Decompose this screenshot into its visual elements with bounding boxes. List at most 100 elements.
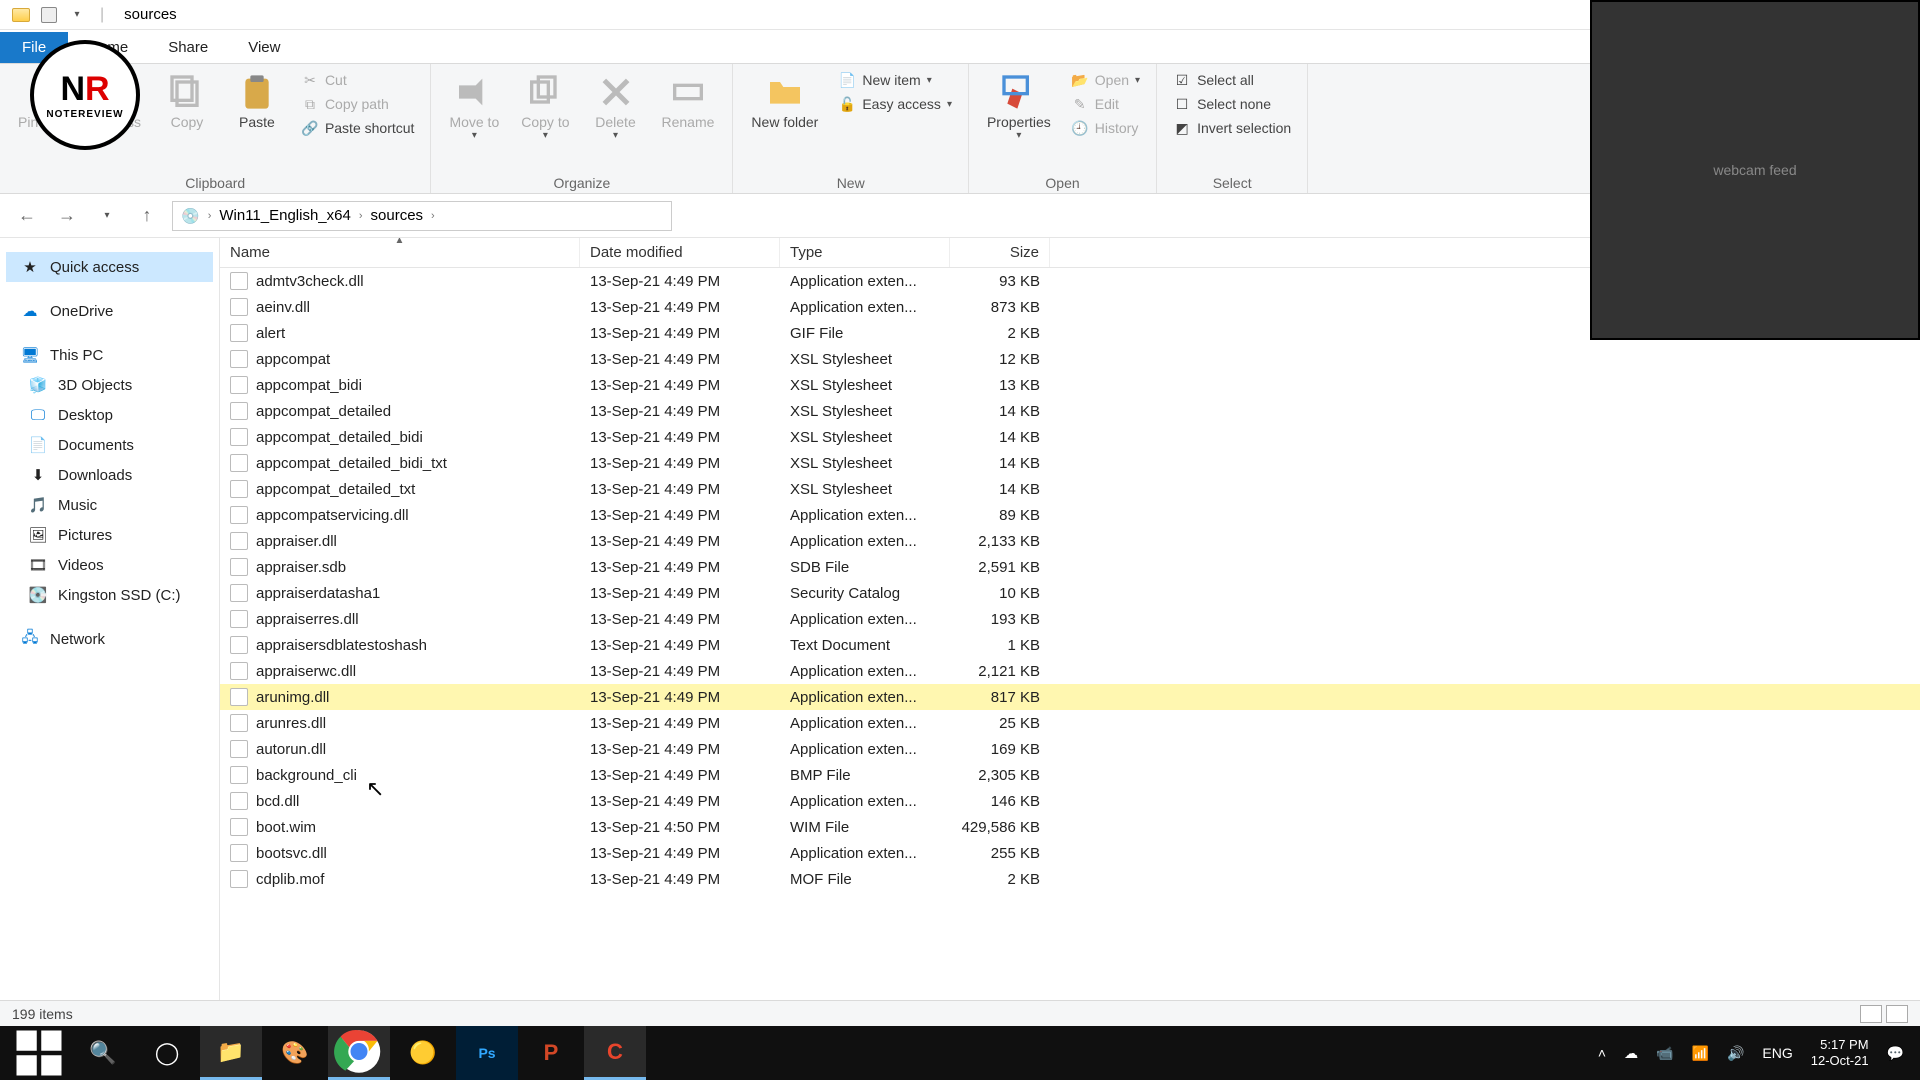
file-name: bootsvc.dll <box>256 845 327 862</box>
file-row[interactable]: background_cli13-Sep-21 4:49 PMBMP File2… <box>220 762 1920 788</box>
file-row[interactable]: appcompat_detailed_bidi_txt13-Sep-21 4:4… <box>220 450 1920 476</box>
file-row[interactable]: appcompat_detailed13-Sep-21 4:49 PMXSL S… <box>220 398 1920 424</box>
paste-shortcut-button[interactable]: 🔗Paste shortcut <box>297 118 419 138</box>
file-row[interactable]: boot.wim13-Sep-21 4:50 PMWIM File429,586… <box>220 814 1920 840</box>
file-row[interactable]: appcompat13-Sep-21 4:49 PMXSL Stylesheet… <box>220 346 1920 372</box>
file-row[interactable]: appraiserwc.dll13-Sep-21 4:49 PMApplicat… <box>220 658 1920 684</box>
properties-button[interactable]: Properties▾ <box>981 70 1057 143</box>
breadcrumb-current[interactable]: sources <box>371 207 424 224</box>
qat-dropdown[interactable]: ▾ <box>66 4 88 26</box>
sidebar-this-pc[interactable]: 🖥This PC <box>6 340 213 370</box>
copy-button[interactable]: Copy <box>157 70 217 132</box>
sidebar-downloads[interactable]: ⬇Downloads <box>6 460 213 490</box>
tab-share[interactable]: Share <box>148 32 228 63</box>
file-size: 13 KB <box>950 375 1050 396</box>
cut-button[interactable]: ✂Cut <box>297 70 419 90</box>
column-date[interactable]: Date modified <box>580 238 780 267</box>
file-date: 13-Sep-21 4:49 PM <box>580 557 780 578</box>
edit-button[interactable]: ✎Edit <box>1067 94 1144 114</box>
search-button[interactable]: 🔍 <box>72 1026 134 1080</box>
file-row[interactable]: appcompat_detailed_bidi13-Sep-21 4:49 PM… <box>220 424 1920 450</box>
breadcrumb[interactable]: 💿 › Win11_English_x64 › sources › <box>172 201 672 231</box>
action-center-icon[interactable]: 💬 <box>1887 1045 1904 1062</box>
sidebar-3d-objects[interactable]: 🧊3D Objects <box>6 370 213 400</box>
new-folder-button[interactable]: New folder <box>745 70 824 132</box>
file-size: 2,591 KB <box>950 557 1050 578</box>
file-row[interactable]: appraiserres.dll13-Sep-21 4:49 PMApplica… <box>220 606 1920 632</box>
column-type[interactable]: Type <box>780 238 950 267</box>
sidebar-desktop[interactable]: 🖵Desktop <box>6 400 213 430</box>
move-to-button[interactable]: Move to▾ <box>443 70 505 143</box>
invert-selection-button[interactable]: ◩Invert selection <box>1169 118 1295 138</box>
tray-wifi-icon[interactable]: 📶 <box>1692 1045 1709 1062</box>
tray-clock[interactable]: 5:17 PM 12-Oct-21 <box>1811 1037 1869 1068</box>
chrome-task[interactable] <box>328 1026 390 1080</box>
new-item-button[interactable]: 📄New item ▾ <box>834 70 956 90</box>
file-row[interactable]: arunimg.dll13-Sep-21 4:49 PMApplication … <box>220 684 1920 710</box>
file-row[interactable]: autorun.dll13-Sep-21 4:49 PMApplication … <box>220 736 1920 762</box>
file-row[interactable]: bootsvc.dll13-Sep-21 4:49 PMApplication … <box>220 840 1920 866</box>
pictures-label: Pictures <box>58 527 112 544</box>
file-row[interactable]: appraiser.dll13-Sep-21 4:49 PMApplicatio… <box>220 528 1920 554</box>
paint-task[interactable]: 🎨 <box>264 1026 326 1080</box>
file-type: Application exten... <box>780 791 950 812</box>
camtasia-task[interactable]: C <box>584 1026 646 1080</box>
powerpoint-task[interactable]: P <box>520 1026 582 1080</box>
file-row[interactable]: appcompat_bidi13-Sep-21 4:49 PMXSL Style… <box>220 372 1920 398</box>
open-button[interactable]: 📂Open ▾ <box>1067 70 1144 90</box>
cortana-button[interactable]: ◯ <box>136 1026 198 1080</box>
file-explorer-task[interactable]: 📁 <box>200 1026 262 1080</box>
copy-to-button[interactable]: Copy to▾ <box>515 70 575 143</box>
file-row[interactable]: appraiserdatasha113-Sep-21 4:49 PMSecuri… <box>220 580 1920 606</box>
file-row[interactable]: appraisersdblatestoshash13-Sep-21 4:49 P… <box>220 632 1920 658</box>
file-row[interactable]: cdplib.mof13-Sep-21 4:49 PMMOF File2 KB <box>220 866 1920 892</box>
downloads-icon: ⬇ <box>28 465 48 485</box>
rename-button[interactable]: Rename <box>656 70 721 132</box>
back-button[interactable]: ← <box>12 201 42 231</box>
file-row[interactable]: bcd.dll13-Sep-21 4:49 PMApplication exte… <box>220 788 1920 814</box>
history-button[interactable]: 🕘History <box>1067 118 1144 138</box>
breadcrumb-root[interactable]: Win11_English_x64 <box>219 207 350 224</box>
sidebar-music[interactable]: 🎵Music <box>6 490 213 520</box>
tray-overflow-icon[interactable]: ˄ <box>1598 1045 1606 1061</box>
file-row[interactable]: arunres.dll13-Sep-21 4:49 PMApplication … <box>220 710 1920 736</box>
app-task-1[interactable]: 🟡 <box>392 1026 454 1080</box>
file-size: 2,133 KB <box>950 531 1050 552</box>
file-row[interactable]: appcompat_detailed_txt13-Sep-21 4:49 PMX… <box>220 476 1920 502</box>
photoshop-task[interactable]: Ps <box>456 1026 518 1080</box>
tab-view[interactable]: View <box>228 32 300 63</box>
sidebar-quick-access[interactable]: ★Quick access <box>6 252 213 282</box>
details-view-toggle[interactable] <box>1860 1005 1882 1023</box>
tray-onedrive-icon[interactable]: ☁ <box>1624 1045 1638 1062</box>
copy-path-button[interactable]: ⧉Copy path <box>297 94 419 114</box>
easy-access-button[interactable]: 🔓Easy access ▾ <box>834 94 956 114</box>
file-row[interactable]: appcompatservicing.dll13-Sep-21 4:49 PMA… <box>220 502 1920 528</box>
sidebar-documents[interactable]: 📄Documents <box>6 430 213 460</box>
file-row[interactable]: appraiser.sdb13-Sep-21 4:49 PMSDB File2,… <box>220 554 1920 580</box>
column-name[interactable]: Name▲ <box>220 238 580 267</box>
file-icon <box>230 584 248 602</box>
file-date: 13-Sep-21 4:49 PM <box>580 453 780 474</box>
sidebar-pictures[interactable]: 🖼Pictures <box>6 520 213 550</box>
sidebar-network[interactable]: 🖧Network <box>6 624 213 654</box>
sidebar-videos[interactable]: 🎞Videos <box>6 550 213 580</box>
paste-button[interactable]: Paste <box>227 70 287 132</box>
tray-language[interactable]: ENG <box>1762 1045 1792 1061</box>
select-none-button[interactable]: ☐Select none <box>1169 94 1295 114</box>
recent-dropdown[interactable]: ▾ <box>92 201 122 231</box>
start-button[interactable] <box>8 1026 70 1080</box>
tray-meet-now-icon[interactable]: 📹 <box>1656 1045 1673 1062</box>
file-icon <box>230 350 248 368</box>
delete-button[interactable]: Delete▾ <box>586 70 646 143</box>
thumbnails-view-toggle[interactable] <box>1886 1005 1908 1023</box>
tray-volume-icon[interactable]: 🔊 <box>1727 1045 1744 1062</box>
select-all-button[interactable]: ☑Select all <box>1169 70 1295 90</box>
forward-button[interactable]: → <box>52 201 82 231</box>
up-button[interactable]: ↑ <box>132 201 162 231</box>
sidebar-onedrive[interactable]: ☁OneDrive <box>6 296 213 326</box>
column-size[interactable]: Size <box>950 238 1050 267</box>
file-size: 14 KB <box>950 401 1050 422</box>
file-icon <box>230 740 248 758</box>
videos-icon: 🎞 <box>28 555 48 575</box>
sidebar-drive-c[interactable]: 💽Kingston SSD (C:) <box>6 580 213 610</box>
